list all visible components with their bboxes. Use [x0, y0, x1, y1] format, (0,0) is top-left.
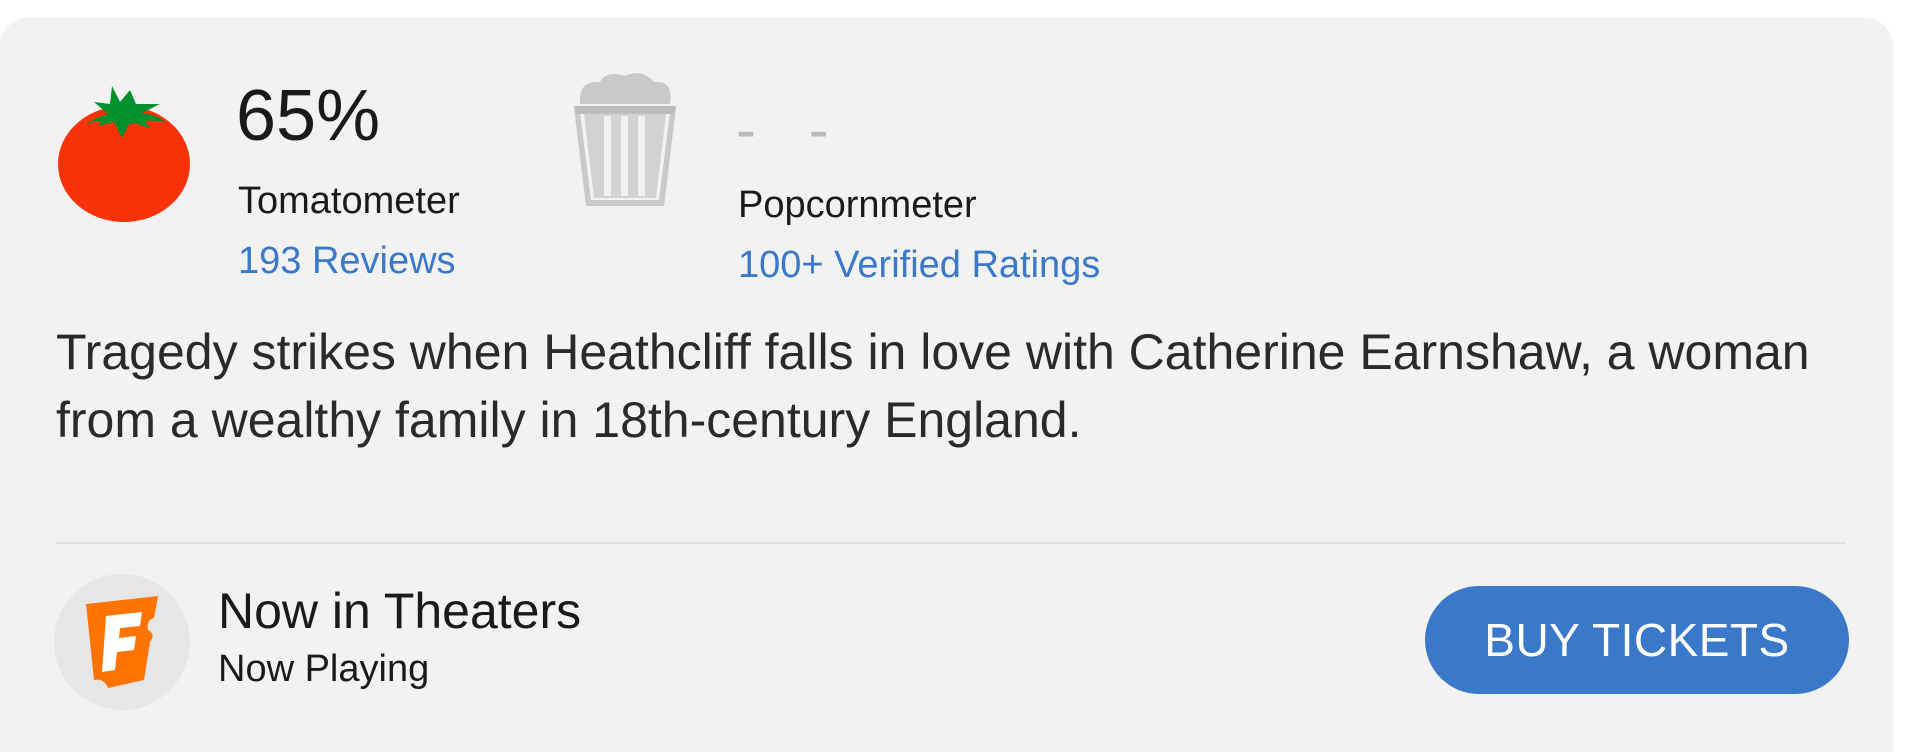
- tomato-icon: [56, 74, 192, 224]
- popcorn-bucket-icon: [570, 70, 680, 210]
- tomatometer-score: 65%: [236, 76, 381, 156]
- divider: [56, 542, 1846, 544]
- movie-synopsis: Tragedy strikes when Heathcliff falls in…: [56, 324, 1810, 448]
- theaters-title: Now in Theaters: [218, 583, 582, 639]
- tomatometer-label: Tomatometer: [238, 180, 460, 222]
- score-card: 65% Tomatometer 193 Reviews - - Popcornm…: [0, 18, 1893, 752]
- theaters-subtitle: Now Playing: [218, 648, 430, 690]
- scores-section: 65% Tomatometer 193 Reviews - - Popcornm…: [0, 18, 1893, 318]
- popcornmeter-ratings-link[interactable]: 100+ Verified Ratings: [738, 244, 1100, 287]
- tomatometer-reviews-link[interactable]: 193 Reviews: [238, 240, 456, 283]
- popcornmeter-label: Popcornmeter: [738, 184, 977, 226]
- popcornmeter-score: - -: [736, 96, 847, 163]
- buy-tickets-button[interactable]: BUY TICKETS: [1425, 586, 1849, 694]
- fandango-icon: [54, 574, 190, 710]
